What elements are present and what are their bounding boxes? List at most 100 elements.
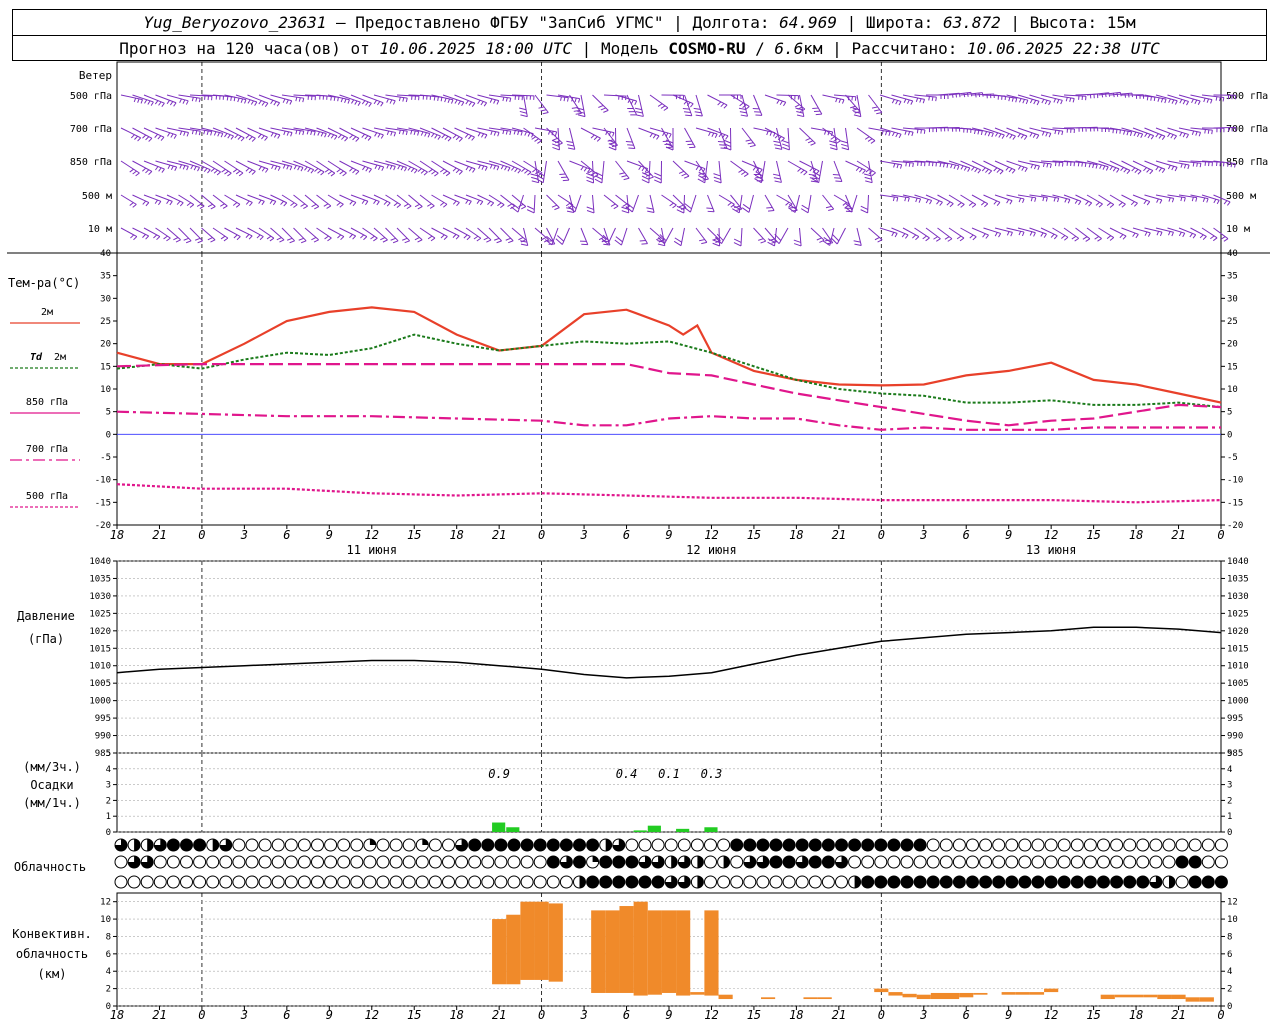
wind-barb-feather xyxy=(987,132,991,137)
cloud-symbol xyxy=(1136,855,1150,869)
wind-barb-feather xyxy=(1053,98,1057,103)
wind-barb-feather xyxy=(1174,167,1178,172)
wind-barb-feather xyxy=(1194,99,1198,105)
wind-barb-feather xyxy=(261,167,266,172)
cloud-symbol xyxy=(311,855,324,869)
cloud-symbol-full xyxy=(625,875,639,889)
cloud-symbol xyxy=(743,838,757,852)
wind-barb-feather xyxy=(595,175,603,180)
wind-barb-feather xyxy=(137,98,140,103)
wind-barb-feather xyxy=(400,166,404,171)
cloud-symbol-outline xyxy=(127,875,141,889)
precip-ytick-label: 5 xyxy=(106,749,111,759)
wind-barb xyxy=(1006,194,1025,203)
cloud-symbol-outline xyxy=(1097,855,1110,869)
wind-barb-feather xyxy=(1121,203,1126,208)
wind-barb xyxy=(948,160,971,172)
wind-barb-feather xyxy=(864,136,870,140)
cloud-symbol xyxy=(979,838,993,852)
wind-barb-feather xyxy=(179,164,183,169)
wind-barb-feather xyxy=(657,103,663,107)
wind-barb-feather xyxy=(772,173,780,177)
wind-barb-feather xyxy=(699,239,705,242)
wind-barb-feather xyxy=(1106,235,1112,240)
wind-barb-feather xyxy=(406,205,412,210)
time-axis-top-tick-label: 15 xyxy=(407,528,421,542)
wind-barb-feather xyxy=(477,99,481,105)
wind-barb-shaft xyxy=(738,194,743,213)
wind-barb-feather xyxy=(907,99,910,104)
conv-bar xyxy=(1199,997,1214,1002)
cloud-symbol-full xyxy=(599,855,613,869)
wind-barb-feather xyxy=(672,204,677,209)
wind-barb xyxy=(201,127,224,138)
wind-barb-feather xyxy=(684,111,691,113)
precip-unit-1h: (мм/1ч.) xyxy=(23,796,81,810)
cloud-symbol-full xyxy=(166,838,180,852)
wind-barb-feather xyxy=(1057,130,1060,135)
cloud-symbol-outline xyxy=(166,855,180,869)
wind-barb xyxy=(555,227,570,245)
wind-barb xyxy=(373,227,388,243)
wind-barb-shaft xyxy=(533,194,536,214)
conv-ytick-label: 12 xyxy=(1227,898,1238,908)
wind-barb-shaft xyxy=(523,227,529,246)
wind-barb-shaft xyxy=(664,227,674,245)
wind-barb-feather xyxy=(971,166,975,171)
wind-barb-feather xyxy=(1174,100,1178,105)
wind-barb-feather xyxy=(161,102,165,107)
cloud-symbol xyxy=(979,855,993,869)
wind-barb-feather xyxy=(854,243,862,246)
wind-barb-feather xyxy=(349,134,354,139)
wind-barb-feather xyxy=(912,162,914,168)
wind-barb-feather xyxy=(324,235,329,240)
wind-barb-feather xyxy=(380,237,386,241)
temp-ytick-label: -15 xyxy=(95,498,111,508)
cloud-symbol-outline xyxy=(350,855,364,869)
cloud-symbol xyxy=(428,838,442,852)
wind-barb xyxy=(730,94,750,110)
temp-ytick-label: 40 xyxy=(1227,249,1238,259)
wind-barb-feather xyxy=(298,97,301,102)
wind-barb-feather xyxy=(170,133,174,138)
precip-annotation: 0.9 xyxy=(488,767,510,781)
wind-barb-feather xyxy=(829,140,837,144)
wind-barb-feather xyxy=(298,130,301,135)
wind-barb-feather xyxy=(910,100,914,105)
cloud-symbol xyxy=(638,838,652,852)
wind-barb-feather xyxy=(654,175,662,180)
wind-barb xyxy=(120,227,138,241)
wind-barb-feather xyxy=(220,235,226,240)
cloud-symbol-outline xyxy=(1214,838,1228,852)
wind-barb-feather xyxy=(1012,135,1016,140)
wind-barb xyxy=(396,227,411,244)
wind-barb-feather xyxy=(521,206,527,210)
wind-barb-feather xyxy=(1042,196,1045,202)
wind-barb-feather xyxy=(248,136,253,141)
pressure-ytick-label: 1020 xyxy=(1227,627,1249,637)
cloud-symbol-half xyxy=(134,839,141,851)
wind-barb-feather xyxy=(1191,197,1194,202)
wind-barb-feather xyxy=(766,207,773,209)
wind-barb-feather xyxy=(931,96,934,101)
cloud-title: Облачность xyxy=(14,860,86,874)
cloud-symbol-outline xyxy=(415,875,429,889)
wind-barb-feather xyxy=(1112,167,1117,172)
cloud-symbol-full xyxy=(612,875,626,889)
wind-barb-feather xyxy=(410,168,415,173)
wind-barb-feather xyxy=(376,101,381,106)
pressure-ytick-label: 1010 xyxy=(1227,662,1249,672)
cloud-symbol-outline xyxy=(638,838,652,852)
cloud-symbol xyxy=(494,875,508,889)
wind-barb-feather xyxy=(336,202,341,206)
wind-barb xyxy=(860,194,869,214)
cloud-symbol xyxy=(468,855,482,869)
cloud-symbol xyxy=(926,855,940,869)
cloud-symbol-outline xyxy=(442,838,455,852)
wind-barb-feather xyxy=(717,101,722,106)
wind-barb-feather xyxy=(273,133,277,138)
cloud-symbol xyxy=(1201,855,1215,869)
wind-barb-feather xyxy=(489,164,493,169)
wind-barb-feather xyxy=(1122,235,1127,240)
wind-barb xyxy=(339,94,361,106)
